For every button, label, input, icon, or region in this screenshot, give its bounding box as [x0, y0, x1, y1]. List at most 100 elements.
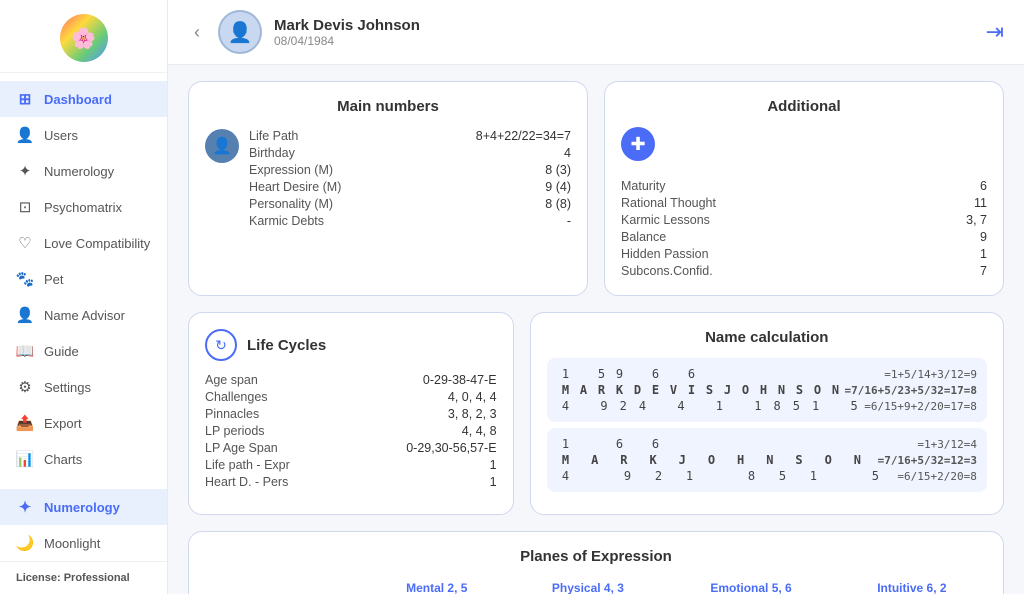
planes-title: Planes of Expression [205, 548, 987, 565]
pet-icon: 🐾 [16, 270, 34, 288]
sidebar-item-users[interactable]: 👤 Users [0, 117, 167, 153]
main-numbers-table: Life Path 8+4+22/22=34=7 Birthday 4 Expr… [249, 127, 571, 229]
row-value: 6 [947, 179, 987, 193]
sidebar-item-label: Settings [44, 380, 91, 395]
row-value: 4 [491, 146, 571, 160]
table-row: Age span 0-29-38-47-E [205, 371, 497, 388]
additional-title: Additional [621, 98, 987, 115]
user-name: Mark Devis Johnson [274, 17, 974, 34]
nc-row: M A R K D E V I S J O H N S O [557, 382, 977, 398]
sidebar-item-guide[interactable]: 📖 Guide [0, 333, 167, 369]
planes-of-expression-card: Planes of Expression Mental 2, 5 Physica… [188, 531, 1004, 594]
nc-row: 1 5 9 6 6 =1+5/14+3/12=9 [557, 366, 977, 382]
content-area: Main numbers 👤 Life Path 8+4+22/22=34=7 … [168, 65, 1024, 594]
row-value: 4, 0, 4, 4 [448, 390, 497, 404]
row-label: Life path - Expr [205, 458, 290, 472]
sidebar-item-charts[interactable]: 📊 Charts [0, 441, 167, 477]
table-row: LP periods 4, 4, 8 [205, 422, 497, 439]
additional-card: Additional ✚ Maturity 6 Rational Thought… [604, 81, 1004, 296]
nc-row: M A R K J O H N S O N =7/16+5/32=12=3 [557, 452, 977, 468]
numerology-icon: ✦ [16, 162, 34, 180]
name-calc-block-2: 1 6 6 =1+3/12=4 M A R K J [547, 428, 987, 492]
row-label: Karmic Debts [249, 214, 324, 228]
sidebar-item-label: Guide [44, 344, 79, 359]
numerology-active-icon: ✦ [16, 498, 34, 516]
sidebar-item-dashboard[interactable]: ⊞ Dashboard [0, 81, 167, 117]
row-value: 8+4+22/22=34=7 [476, 129, 571, 143]
user-dob: 08/04/1984 [274, 34, 974, 48]
sidebar-item-pet[interactable]: 🐾 Pet [0, 261, 167, 297]
sidebar-item-numerology-active[interactable]: ✦ Numerology [0, 489, 167, 525]
planes-table: Mental 2, 5 Physical 4, 3 Emotional 5, 6… [205, 577, 987, 594]
table-row: Heart D. - Pers 1 [205, 473, 497, 490]
main-numbers-body: 👤 Life Path 8+4+22/22=34=7 Birthday 4 Ex… [205, 127, 571, 229]
name-advisor-icon: 👤 [16, 306, 34, 324]
main-numbers-title: Main numbers [205, 98, 571, 115]
row-label: Personality (M) [249, 197, 333, 211]
app-logo: 🌸 [60, 14, 108, 62]
row-label: Challenges [205, 390, 268, 404]
export-button[interactable]: ⇥ [986, 19, 1004, 45]
sidebar-item-moonlight[interactable]: 🌙 Moonlight [0, 525, 167, 561]
sidebar-logo: 🌸 [0, 0, 167, 73]
row-label: Life Path [249, 129, 298, 143]
life-cycles-title: Life Cycles [247, 337, 326, 354]
user-info: Mark Devis Johnson 08/04/1984 [274, 17, 974, 48]
row-value: 8 (3) [491, 163, 571, 177]
table-row: Challenges 4, 0, 4, 4 [205, 388, 497, 405]
nc-row: 1 6 6 =1+3/12=4 [557, 436, 977, 452]
table-row: Rational Thought 11 [621, 194, 987, 211]
settings-icon: ⚙ [16, 378, 34, 396]
table-row: Heart Desire (M) 9 (4) [249, 178, 571, 195]
table-row: Maturity 6 [621, 177, 987, 194]
sidebar-item-label: Psychomatrix [44, 200, 122, 215]
table-row: Pinnacles 3, 8, 2, 3 [205, 405, 497, 422]
row-value: 1 [947, 247, 987, 261]
sidebar-moonlight-label: Moonlight [44, 536, 100, 551]
sidebar-item-numerology[interactable]: ✦ Numerology [0, 153, 167, 189]
sidebar-item-love-compatibility[interactable]: ♡ Love Compatibility [0, 225, 167, 261]
sidebar-item-psychomatrix[interactable]: ⊡ Psychomatrix [0, 189, 167, 225]
table-row: Expression (M) 8 (3) [249, 161, 571, 178]
col-header-intuitive: Intuitive 6, 2 [837, 577, 987, 594]
name-calc-block-1: 1 5 9 6 6 =1+5/14+3/12=9 M A R [547, 358, 987, 422]
row-value: - [491, 214, 571, 228]
life-cycles-card: ↻ Life Cycles Age span 0-29-38-47-E Chal… [188, 312, 514, 515]
main-numbers-icon: 👤 [205, 129, 239, 163]
charts-icon: 📊 [16, 450, 34, 468]
main-numbers-card: Main numbers 👤 Life Path 8+4+22/22=34=7 … [188, 81, 588, 296]
sidebar-item-export[interactable]: 📤 Export [0, 405, 167, 441]
nc-row: 4 9 2 1 8 5 1 5 =6/15+2/20=8 [557, 468, 977, 484]
col-header-physical: Physical 4, 3 [510, 577, 665, 594]
life-cycles-header: ↻ Life Cycles [205, 329, 497, 361]
table-row: Karmic Debts - [249, 212, 571, 229]
row-label: Karmic Lessons [621, 213, 710, 227]
back-button[interactable]: ‹ [188, 20, 206, 45]
planes-row: Planes of Expression Mental 2, 5 Physica… [188, 531, 1004, 594]
export-icon: 📤 [16, 414, 34, 432]
sidebar-item-label: Numerology [44, 164, 114, 179]
additional-icon: ✚ [621, 127, 655, 161]
sidebar-item-label: Name Advisor [44, 308, 125, 323]
row-value: 9 [947, 230, 987, 244]
sidebar-sub-label: Numerology [44, 500, 120, 515]
row-label: Balance [621, 230, 666, 244]
middle-cards-row: ↻ Life Cycles Age span 0-29-38-47-E Chal… [188, 312, 1004, 515]
sidebar-item-settings[interactable]: ⚙ Settings [0, 369, 167, 405]
avatar: 👤 [218, 10, 262, 54]
row-value: 9 (4) [491, 180, 571, 194]
row-label: Pinnacles [205, 407, 259, 421]
table-row: Subcons.Confid. 7 [621, 262, 987, 279]
row-label: Heart Desire (M) [249, 180, 341, 194]
table-row: Hidden Passion 1 [621, 245, 987, 262]
row-label: LP periods [205, 424, 265, 438]
name-calculation-card: Name calculation 1 5 9 6 6 =1+5/14+3/12=… [530, 312, 1004, 515]
license-info: License: Professional [0, 561, 167, 594]
row-value: 11 [947, 196, 987, 210]
row-label: Birthday [249, 146, 295, 160]
col-header [205, 577, 363, 594]
sidebar-item-name-advisor[interactable]: 👤 Name Advisor [0, 297, 167, 333]
row-value: 4, 4, 8 [462, 424, 497, 438]
row-value: 0-29-38-47-E [423, 373, 497, 387]
row-value: 3, 7 [947, 213, 987, 227]
